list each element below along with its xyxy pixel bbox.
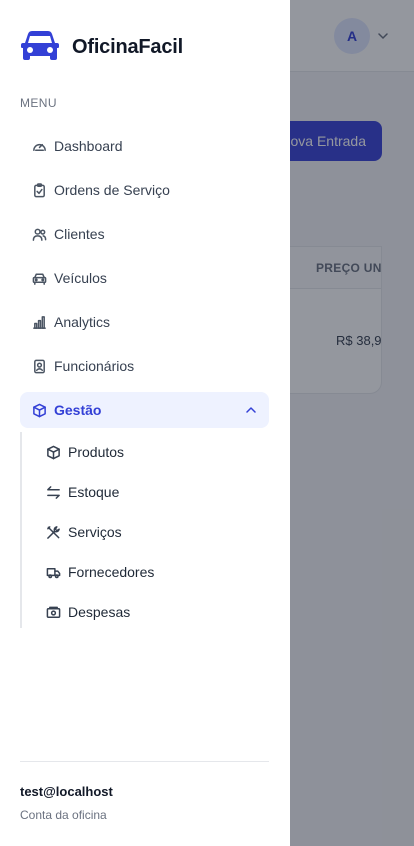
- submenu-item-services[interactable]: Serviços: [22, 512, 269, 552]
- management-submenu: Produtos Estoque Serviços Fornecedores D…: [20, 432, 269, 628]
- sidebar-item-vehicles[interactable]: Veículos: [20, 260, 269, 296]
- sidebar-item-label: Ordens de Serviço: [54, 182, 170, 198]
- sidebar-item-label: Veículos: [54, 270, 107, 286]
- user-account-subtitle: Conta da oficina: [20, 808, 107, 822]
- sidebar-item-label: Dashboard: [54, 138, 123, 154]
- box-icon: [32, 403, 47, 418]
- clipboard-check-icon: [32, 182, 47, 198]
- sidebar-item-analytics[interactable]: Analytics: [20, 304, 269, 340]
- main-nav: Dashboard Ordens de Serviço Clientes Veí…: [20, 128, 269, 436]
- submenu-item-label: Despesas: [68, 604, 131, 620]
- chevron-up-icon[interactable]: [245, 404, 257, 416]
- submenu-item-label: Estoque: [68, 484, 120, 500]
- truck-icon: [46, 565, 61, 580]
- sidebar-item-employees[interactable]: Funcionários: [20, 348, 269, 384]
- brand[interactable]: OficinaFacil: [20, 30, 183, 64]
- users-icon: [32, 227, 47, 242]
- submenu-item-suppliers[interactable]: Fornecedores: [22, 552, 269, 592]
- user-email: test@localhost: [20, 784, 113, 799]
- submenu-item-label: Produtos: [68, 444, 125, 460]
- id-badge-icon: [32, 359, 47, 374]
- submenu-item-stock[interactable]: Estoque: [22, 472, 269, 512]
- sidebar-item-dashboard[interactable]: Dashboard: [20, 128, 269, 164]
- car-icon: [32, 271, 47, 286]
- car-logo-icon: [21, 31, 59, 60]
- cash-icon: [46, 605, 61, 620]
- sidebar-item-management[interactable]: Gestão: [20, 392, 269, 428]
- package-icon: [46, 445, 61, 460]
- app-name: OficinaFacil: [72, 35, 183, 58]
- arrows-exchange-icon: [46, 485, 61, 500]
- sidebar-item-clients[interactable]: Clientes: [20, 216, 269, 252]
- bar-chart-icon: [32, 315, 47, 330]
- submenu-item-products[interactable]: Produtos: [22, 432, 269, 472]
- sidebar-item-orders[interactable]: Ordens de Serviço: [20, 172, 269, 208]
- submenu-item-label: Fornecedores: [68, 564, 155, 580]
- sidebar-drawer: OficinaFacil MENU Dashboard Ordens de Se…: [0, 0, 290, 846]
- tools-icon: [46, 525, 61, 540]
- submenu-item-expenses[interactable]: Despesas: [22, 592, 269, 632]
- menu-section-label: MENU: [20, 96, 57, 110]
- submenu-item-label: Serviços: [68, 524, 122, 540]
- gauge-icon: [32, 139, 47, 154]
- sidebar-item-label: Funcionários: [54, 358, 135, 374]
- sidebar-item-label: Clientes: [54, 226, 105, 242]
- sidebar-item-label: Gestão: [54, 402, 102, 418]
- footer-divider: [20, 761, 269, 762]
- sidebar-item-label: Analytics: [54, 314, 111, 330]
